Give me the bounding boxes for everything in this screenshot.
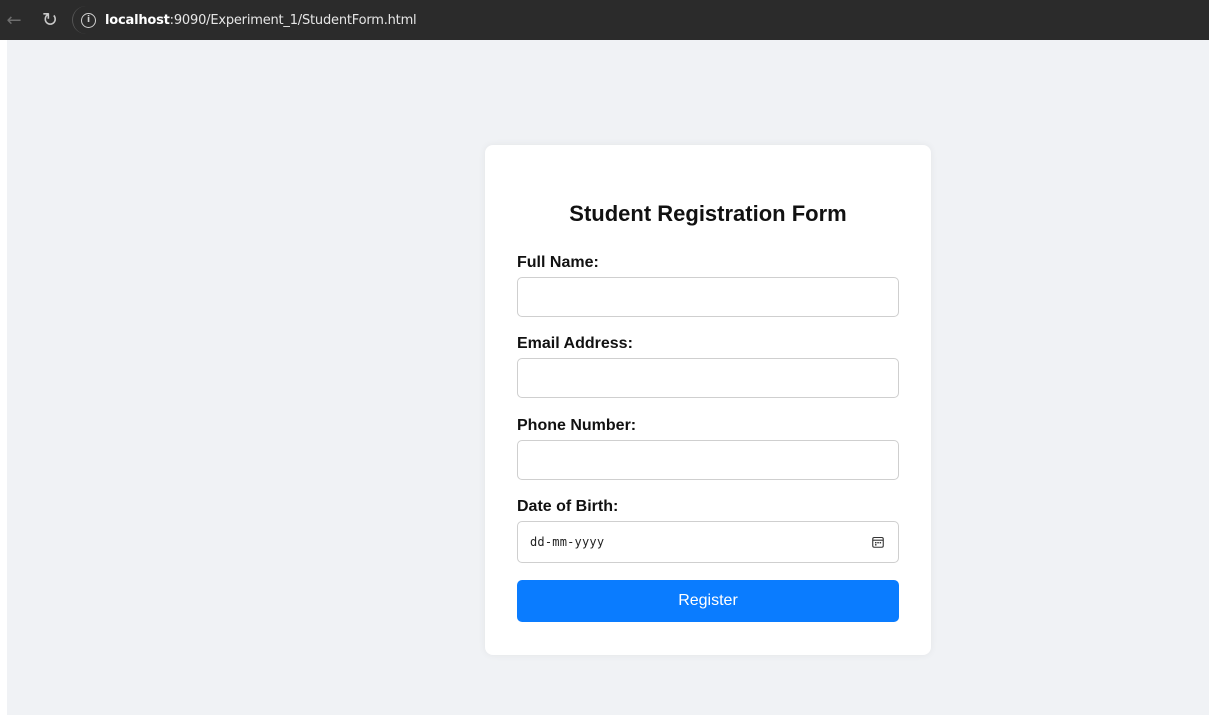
email-label: Email Address: [517, 335, 633, 352]
url-path: :9090/Experiment_1/StudentForm.html [169, 12, 417, 28]
browser-toolbar: ← ↻ i localhost:9090/Experiment_1/Studen… [0, 0, 1209, 40]
full-name-label: Full Name: [517, 254, 599, 271]
dob-placeholder: dd-mm-yyyy [530, 535, 605, 549]
form-title: Student Registration Form [569, 201, 847, 226]
back-arrow-icon[interactable]: ← [2, 10, 26, 31]
url-host: localhost [105, 12, 170, 28]
dob-input[interactable]: dd-mm-yyyy [517, 521, 899, 563]
registration-form-card: Student Registration Form Full Name: Ema… [485, 145, 931, 655]
reload-icon[interactable]: ↻ [38, 9, 62, 31]
register-button[interactable]: Register [517, 580, 899, 622]
info-icon[interactable]: i [81, 12, 96, 28]
dob-label: Date of Birth: [517, 498, 619, 515]
address-bar[interactable]: i localhost:9090/Experiment_1/StudentFor… [72, 6, 426, 34]
phone-input[interactable] [517, 440, 899, 480]
page-viewport: Student Registration Form Full Name: Ema… [7, 40, 1209, 715]
calendar-icon[interactable] [872, 536, 884, 548]
full-name-input[interactable] [517, 277, 899, 317]
email-input[interactable] [517, 358, 899, 398]
phone-label: Phone Number: [517, 417, 637, 434]
url-text[interactable]: localhost:9090/Experiment_1/StudentForm.… [105, 12, 417, 28]
